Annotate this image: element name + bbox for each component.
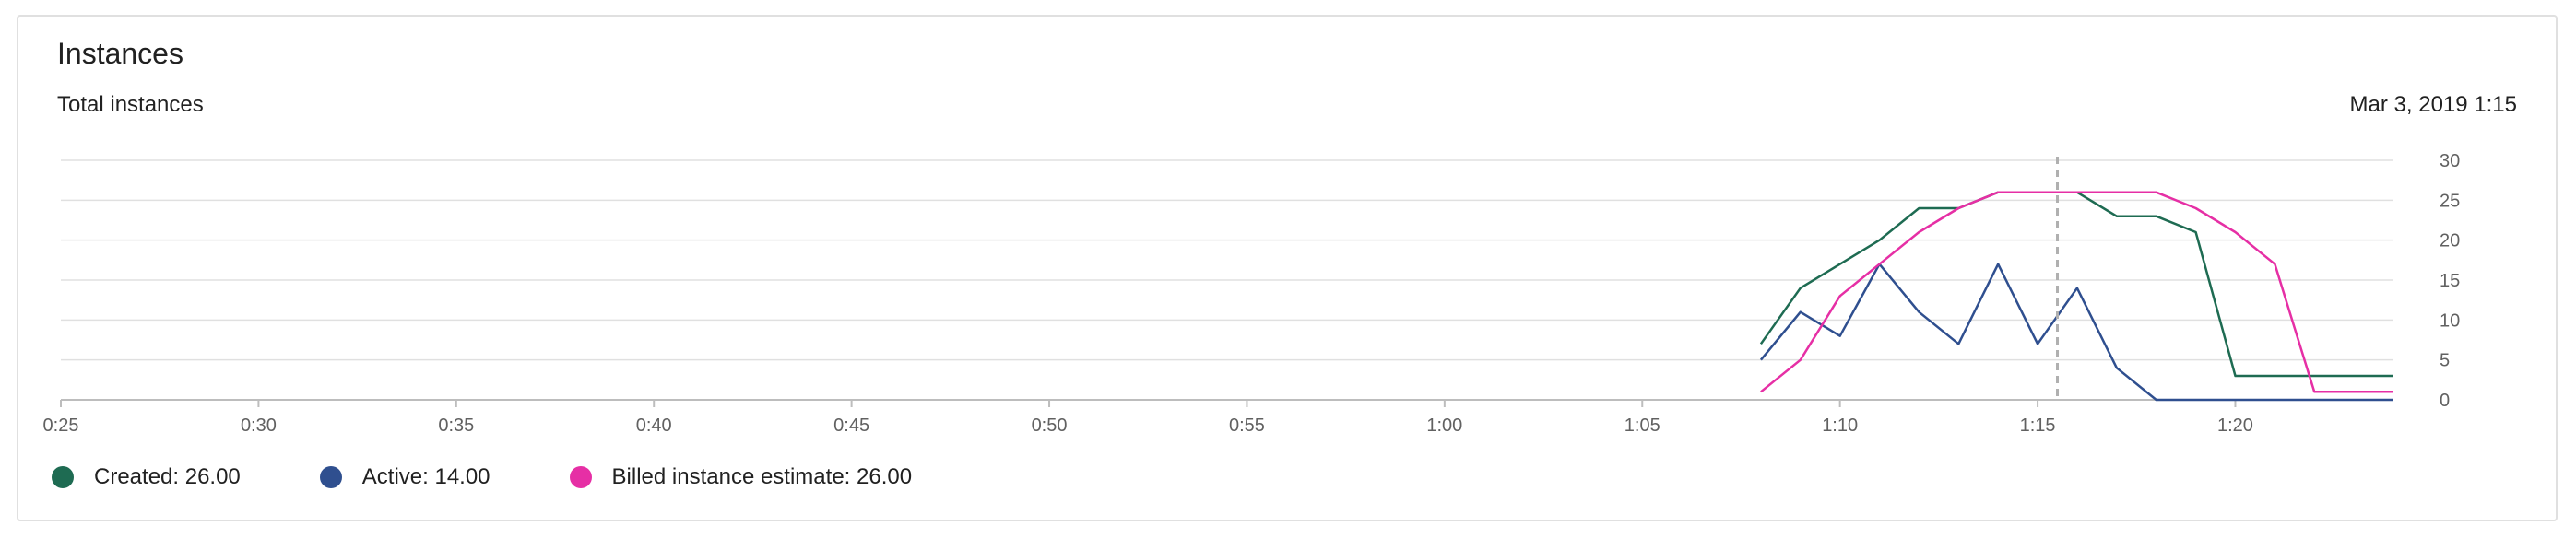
legend-item-created[interactable]: Created: 26.00 <box>52 464 241 490</box>
instances-card: Instances Total instances Mar 3, 2019 1:… <box>17 15 2558 521</box>
x-tick-label-0:50: 0:50 <box>1032 415 1068 436</box>
legend-dot-active <box>319 466 342 488</box>
x-tick-label-0:25: 0:25 <box>43 415 79 436</box>
x-tick-label-1:20: 1:20 <box>2217 415 2253 436</box>
legend-label-created: Created: 26.00 <box>94 464 241 489</box>
y-tick-label-20: 20 <box>2440 231 2460 251</box>
y-tick-label-15: 15 <box>2440 271 2460 291</box>
x-tick-label-0:35: 0:35 <box>438 415 474 436</box>
x-tick-label-1:05: 1:05 <box>1625 415 1660 436</box>
y-tick-label-0: 0 <box>2440 391 2450 411</box>
y-tick-label-5: 5 <box>2440 351 2450 371</box>
chart-legend: Created: 26.00 Active: 14.00 Billed inst… <box>52 464 991 490</box>
x-tick-label-1:00: 1:00 <box>1426 415 1462 436</box>
legend-item-billed[interactable]: Billed instance estimate: 26.00 <box>569 464 913 490</box>
y-tick-label-10: 10 <box>2440 310 2460 331</box>
series-line-billed-instance-estimate <box>1760 191 2393 393</box>
x-tick-label-0:40: 0:40 <box>636 415 672 436</box>
x-tick-label-1:15: 1:15 <box>2020 415 2056 436</box>
x-tick-label-0:55: 0:55 <box>1229 415 1265 436</box>
legend-item-active[interactable]: Active: 14.00 <box>319 464 490 490</box>
legend-dot-billed <box>569 466 592 488</box>
x-tick-label-0:45: 0:45 <box>833 415 869 436</box>
legend-label-billed: Billed instance estimate: 26.00 <box>611 464 913 489</box>
y-tick-label-25: 25 <box>2440 191 2460 211</box>
x-tick-label-1:10: 1:10 <box>1822 415 1858 436</box>
y-tick-label-30: 30 <box>2440 151 2460 171</box>
x-tick-label-0:30: 0:30 <box>241 415 277 436</box>
legend-dot-created <box>52 466 74 488</box>
instances-line-chart[interactable]: 0 5 10 15 20 25 30 0:25 0:30 0:35 0:40 0:45 0:50 0:55… <box>18 17 2556 450</box>
legend-label-active: Active: 14.00 <box>361 464 490 489</box>
